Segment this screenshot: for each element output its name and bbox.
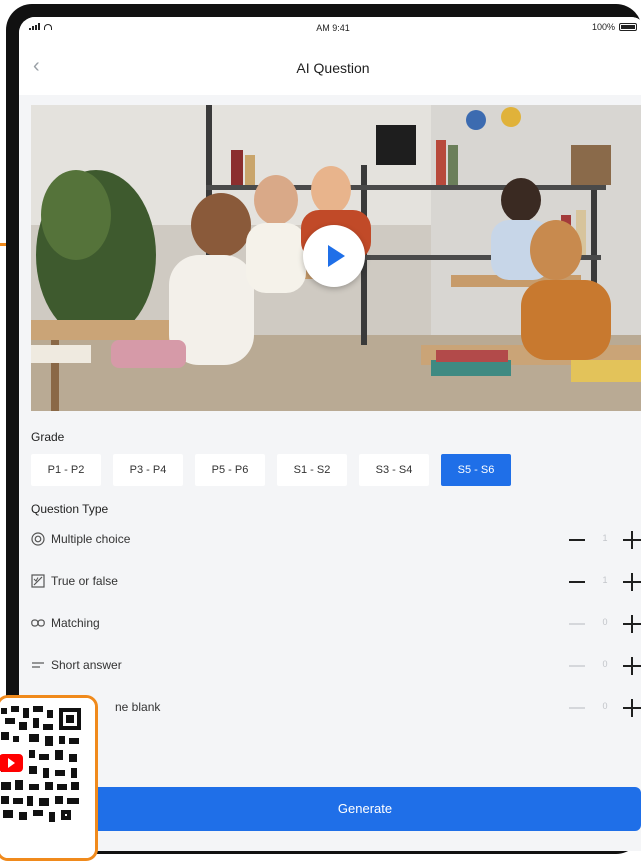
lines-icon xyxy=(32,662,44,668)
grade-option-p5-p6[interactable]: P5 - P6 xyxy=(195,454,265,486)
question-type-row: Matching 0 xyxy=(31,613,641,635)
grade-label: Grade xyxy=(31,430,65,444)
quantity-value: 0 xyxy=(602,659,608,669)
increment-button[interactable] xyxy=(623,615,641,633)
battery-icon xyxy=(619,23,637,31)
quantity-value: 1 xyxy=(602,575,608,585)
tablet-frame: AM 9:41 100% ‹ AI Question Grade P1 - P2… xyxy=(6,4,641,854)
question-type-name: True or false xyxy=(51,574,118,588)
grade-option-p1-p2[interactable]: P1 - P2 xyxy=(31,454,101,486)
question-type-row: True or false 1 xyxy=(31,571,641,593)
true-false-icon xyxy=(31,574,45,588)
question-type-name: Matching xyxy=(51,616,100,630)
generate-button[interactable]: Generate xyxy=(89,787,641,831)
quantity-value: 1 xyxy=(602,533,608,543)
nav-bar: ‹ AI Question xyxy=(19,39,641,95)
increment-button[interactable] xyxy=(623,573,641,591)
status-bar: AM 9:41 100% xyxy=(19,17,641,39)
decrement-button[interactable] xyxy=(569,581,585,584)
battery-percent: 100% xyxy=(591,22,615,32)
quantity-value: 0 xyxy=(602,701,608,711)
question-type-name: Multiple choice xyxy=(51,532,131,546)
question-type-row: Multiple choice 1 xyxy=(31,529,641,551)
radio-circle-icon xyxy=(31,532,45,546)
decrement-button[interactable] xyxy=(569,665,585,667)
increment-button[interactable] xyxy=(623,699,641,717)
quantity-stepper: 0 xyxy=(569,697,641,719)
quantity-stepper: 1 xyxy=(569,571,641,593)
link-icon xyxy=(31,619,45,627)
decrement-button[interactable] xyxy=(569,623,585,625)
question-type-row: ne blank 0 xyxy=(31,697,641,719)
decrement-button[interactable] xyxy=(569,539,585,542)
question-type-label: Question Type xyxy=(31,502,109,516)
increment-button[interactable] xyxy=(623,657,641,675)
video-player[interactable] xyxy=(31,105,641,411)
grade-option-s3-s4[interactable]: S3 - S4 xyxy=(359,454,429,486)
decrement-button[interactable] xyxy=(569,707,585,709)
qr-code-icon xyxy=(0,698,95,858)
battery-status: 100% xyxy=(592,22,637,32)
grade-option-s5-s6[interactable]: S5 - S6 xyxy=(441,454,511,486)
grade-selector: P1 - P2 P3 - P4 P5 - P6 S1 - S2 S3 - S4 … xyxy=(31,454,511,486)
quantity-stepper: 0 xyxy=(569,613,641,635)
quantity-value: 0 xyxy=(602,617,608,627)
status-time: AM 9:41 xyxy=(316,23,350,33)
play-icon[interactable] xyxy=(303,225,365,287)
question-type-row: Short answer 0 xyxy=(31,655,641,677)
quantity-stepper: 0 xyxy=(569,655,641,677)
increment-button[interactable] xyxy=(623,531,641,549)
quantity-stepper: 1 xyxy=(569,529,641,551)
grade-option-s1-s2[interactable]: S1 - S2 xyxy=(277,454,347,486)
question-type-name: Short answer xyxy=(51,658,122,672)
qr-code-overlay[interactable] xyxy=(0,695,98,861)
question-type-name: ne blank xyxy=(115,700,161,714)
app-screen: AM 9:41 100% ‹ AI Question Grade P1 - P2… xyxy=(19,17,641,851)
grade-option-p3-p4[interactable]: P3 - P4 xyxy=(113,454,183,486)
page-title: AI Question xyxy=(296,60,370,76)
